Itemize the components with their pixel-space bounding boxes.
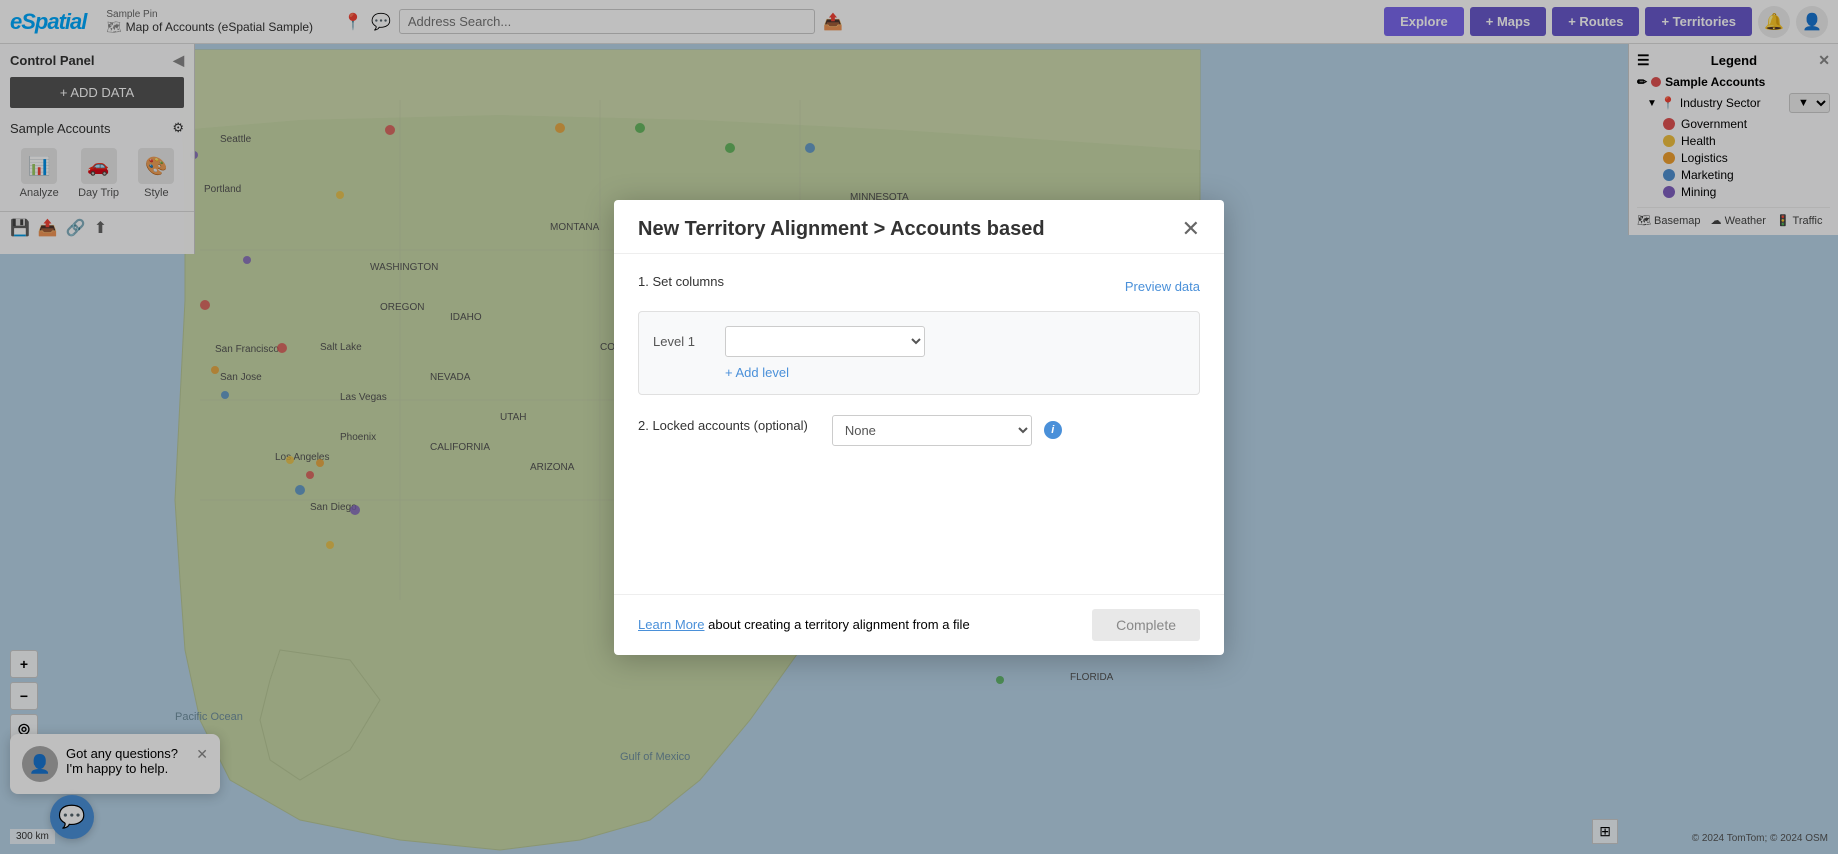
- info-icon[interactable]: i: [1044, 421, 1062, 439]
- level1-row: Level 1: [653, 326, 1185, 357]
- level1-select[interactable]: [725, 326, 925, 357]
- modal-title: New Territory Alignment > Accounts based: [638, 218, 1045, 241]
- set-columns-label: 1. Set columns: [638, 274, 724, 289]
- locked-accounts-label: 2. Locked accounts (optional): [638, 418, 808, 433]
- locked-accounts-section: 2. Locked accounts (optional) None i: [638, 415, 1200, 446]
- modal-body: 1. Set columns Preview data Level 1 + Ad…: [614, 254, 1224, 594]
- modal-overlay[interactable]: New Territory Alignment > Accounts based…: [0, 0, 1838, 854]
- locked-accounts-select[interactable]: None: [832, 415, 1032, 446]
- modal-close-button[interactable]: ✕: [1182, 218, 1200, 240]
- learn-more-suffix: about creating a territory alignment fro…: [708, 617, 970, 632]
- locked-accounts-row: 2. Locked accounts (optional) None i: [638, 415, 1200, 446]
- modal-dialog: New Territory Alignment > Accounts based…: [614, 200, 1224, 655]
- modal-header: New Territory Alignment > Accounts based…: [614, 200, 1224, 254]
- set-columns-header: 1. Set columns Preview data: [638, 274, 1200, 299]
- add-level-link[interactable]: + Add level: [725, 365, 789, 380]
- complete-button[interactable]: Complete: [1092, 609, 1200, 641]
- set-columns-section: 1. Set columns Preview data Level 1 + Ad…: [638, 274, 1200, 395]
- set-columns-body: Level 1 + Add level: [638, 311, 1200, 395]
- preview-data-link[interactable]: Preview data: [1125, 279, 1200, 294]
- learn-more-link[interactable]: Learn More: [638, 617, 704, 632]
- modal-footer: Learn More about creating a territory al…: [614, 594, 1224, 655]
- learn-more-area: Learn More about creating a territory al…: [638, 617, 970, 632]
- level1-label: Level 1: [653, 334, 713, 349]
